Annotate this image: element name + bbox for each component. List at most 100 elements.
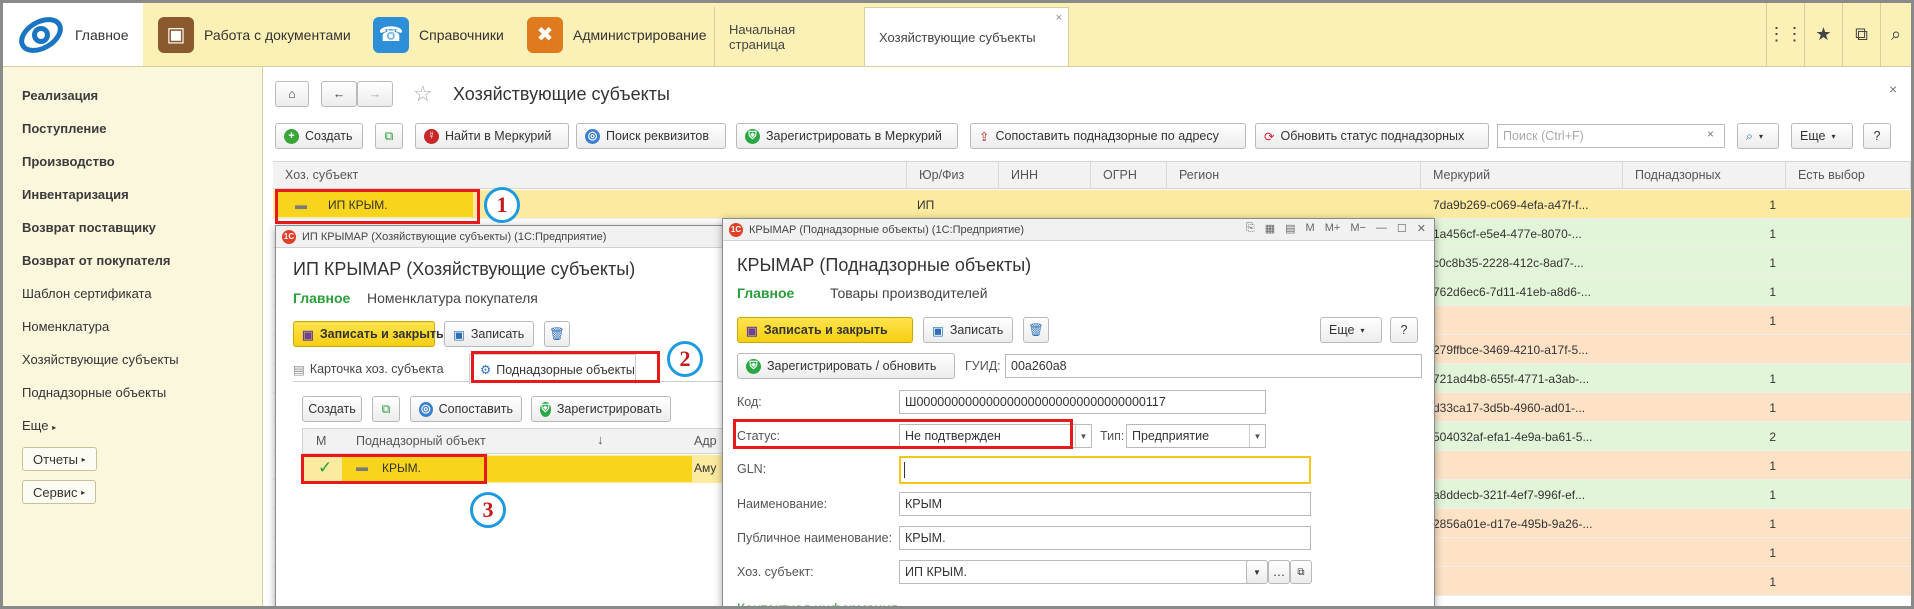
update-status-button[interactable]: ⟳ Обновить статус поднадзорных [1255, 123, 1489, 149]
home-button[interactable]: ⌂ [275, 81, 309, 107]
section-references[interactable]: ☎ Справочники [373, 3, 504, 66]
more-button[interactable]: Еще ▾ [1791, 123, 1853, 149]
row-count: 1 [1769, 313, 1776, 328]
subject-dropdown-button[interactable]: ▼ [1246, 560, 1268, 584]
tab-card[interactable]: ▤ Карточка хоз. субъекта [293, 356, 444, 382]
memory-mminus-icon[interactable]: M− [1350, 222, 1366, 235]
search-icon[interactable]: ⌕ [1880, 3, 1911, 66]
subject-open-button[interactable]: ⧉ [1290, 560, 1312, 584]
create-object-button[interactable]: Создать [302, 396, 362, 422]
section-home[interactable]: Главное [3, 3, 143, 66]
sidebar-item-certificate-template[interactable]: Шаблон сертификата [22, 286, 152, 301]
copy-icon: ⧉ [381, 401, 391, 416]
search-input[interactable]: Поиск (Ctrl+F) [1497, 124, 1725, 148]
reports-button[interactable]: Отчеты ▸ [22, 447, 97, 471]
name-field[interactable]: КРЫМ [899, 492, 1311, 516]
create-button[interactable]: + Создать [275, 123, 363, 149]
col-header-object[interactable]: Поднадзорный объект [356, 434, 486, 448]
guid-field[interactable]: 00a260a8 [1005, 354, 1422, 378]
tab-home-page[interactable]: Начальная страница [714, 7, 864, 66]
copy-icon: ⧉ [384, 128, 394, 143]
subject-label: Хоз. субъект: [737, 565, 814, 579]
section-documents[interactable]: ▣ Работа с документами [158, 3, 351, 66]
back-button[interactable]: ← [321, 81, 357, 107]
sidebar-item-sales[interactable]: Реализация [22, 88, 98, 103]
sidebar-item-production[interactable]: Производство [22, 154, 115, 169]
public-name-field[interactable]: КРЫМ. [899, 526, 1311, 550]
col-header-address[interactable]: Адр [694, 434, 717, 448]
forward-button[interactable]: → [357, 81, 393, 107]
close-form-icon[interactable]: × [1889, 81, 1897, 97]
gln-field[interactable] [899, 456, 1311, 484]
code-field[interactable]: Ш000000000000000000000000000000000117 [899, 390, 1266, 414]
match-address-button[interactable]: ⇪ Сопоставить поднадзорные по адресу [970, 123, 1246, 149]
register-mercury-button[interactable]: ⛨ Зарегистрировать в Меркурий [736, 123, 958, 149]
favorite-star-icon[interactable]: ☆ [413, 81, 433, 107]
history-icon[interactable]: ⧉ [1842, 3, 1880, 66]
register-button[interactable]: ⛨ Зарегистрировать [531, 396, 671, 422]
memory-mplus-icon[interactable]: M+ [1325, 222, 1341, 235]
match-button[interactable]: ◎ Сопоставить [410, 396, 522, 422]
col-header-m[interactable]: М [316, 434, 326, 448]
sidebar-item-return-supplier[interactable]: Возврат поставщику [22, 220, 156, 235]
sidebar-item-inventory[interactable]: Инвентаризация [22, 187, 129, 202]
calc-icon[interactable]: ▦ [1265, 222, 1275, 235]
shield-icon: ⛨ [540, 401, 551, 417]
col-header-mercury[interactable]: Меркурий [1421, 161, 1623, 189]
col-header-has-choice[interactable]: Есть выбор [1786, 161, 1911, 189]
service-button[interactable]: Сервис ▸ [22, 480, 97, 504]
col-header-supervised[interactable]: Поднадзорных [1623, 161, 1786, 189]
nav-main[interactable]: Главное [737, 285, 794, 301]
step-badge-1: 1 [484, 187, 520, 223]
more-button[interactable]: Еще ▾ [1320, 317, 1382, 343]
delete-button[interactable]: 🗑 [1023, 317, 1049, 343]
help-button[interactable]: ? [1390, 317, 1418, 343]
star-icon[interactable]: ★ [1804, 3, 1842, 66]
sidebar-item-business-entities[interactable]: Хозяйствующие субъекты [22, 352, 179, 367]
section-admin[interactable]: ✖ Администрирование [527, 3, 707, 66]
tab-close-icon[interactable]: × [1056, 12, 1062, 24]
col-header-inn[interactable]: ИНН [999, 161, 1091, 189]
delete-button[interactable]: 🗑 [544, 321, 570, 347]
col-header-ogrn[interactable]: ОГРН [1091, 161, 1167, 189]
col-header-region[interactable]: Регион [1167, 161, 1421, 189]
copy-button[interactable]: ⧉ [375, 123, 403, 149]
search-requisites-button[interactable]: ◎ Поиск реквизитов [576, 123, 726, 149]
calendar-icon[interactable]: ▤ [1285, 222, 1295, 235]
col-header-subject[interactable]: Хоз. субъект [273, 161, 907, 189]
help-button[interactable]: ? [1863, 123, 1891, 149]
sidebar-item-supervised-objects[interactable]: Поднадзорные объекты [22, 385, 166, 400]
card-icon: ▤ [293, 362, 305, 377]
sidebar-item-nomenclature[interactable]: Номенклатура [22, 319, 109, 334]
close-icon[interactable]: ✕ [1417, 222, 1426, 235]
find-mercury-button[interactable]: ☿ Найти в Меркурий [415, 123, 569, 149]
tab-business-entities[interactable]: Хозяйствующие субъекты × [864, 7, 1069, 66]
open-icon: ⧉ [1297, 566, 1305, 578]
save-button[interactable]: ▣ Записать [444, 321, 534, 347]
memory-m-icon[interactable]: M [1306, 222, 1315, 235]
search-options-button[interactable]: ⌕ ▾ [1737, 123, 1779, 149]
type-select[interactable]: Предприятие ▼ [1126, 424, 1266, 448]
contact-info-link[interactable]: Контактная информация [737, 600, 898, 606]
link-icon[interactable]: ⎘ [1246, 222, 1255, 235]
nav-buyer-nomenclature[interactable]: Номенклатура покупателя [367, 290, 538, 306]
sidebar-item-more[interactable]: Еще ▸ [22, 418, 56, 433]
clear-search-icon[interactable]: × [1707, 127, 1714, 141]
register-update-button[interactable]: ⛨ Зарегистрировать / обновить [737, 353, 955, 379]
apps-grid-icon[interactable]: ⋮⋮ [1766, 3, 1804, 66]
save-close-button[interactable]: ▣ Записать и закрыть [737, 317, 913, 343]
sidebar-item-receipts[interactable]: Поступление [22, 121, 107, 136]
minimize-icon[interactable]: — [1376, 222, 1387, 235]
sidebar-item-return-buyer[interactable]: Возврат от покупателя [22, 253, 170, 268]
sort-arrow-icon[interactable]: ↓ [597, 432, 604, 447]
save-button[interactable]: ▣ Записать [923, 317, 1013, 343]
col-header-type[interactable]: Юр/Физ [907, 161, 999, 189]
save-close-button[interactable]: ▣ Записать и закрыть [293, 321, 444, 347]
maximize-icon[interactable]: ☐ [1397, 222, 1407, 235]
nav-main[interactable]: Главное [293, 290, 350, 306]
caret-right-icon: ▸ [81, 487, 86, 497]
subject-select-button[interactable]: … [1268, 560, 1290, 584]
copy-object-button[interactable]: ⧉ [372, 396, 400, 422]
subject-field[interactable]: ИП КРЫМ. [899, 560, 1266, 584]
nav-producer-goods[interactable]: Товары производителей [830, 285, 988, 301]
